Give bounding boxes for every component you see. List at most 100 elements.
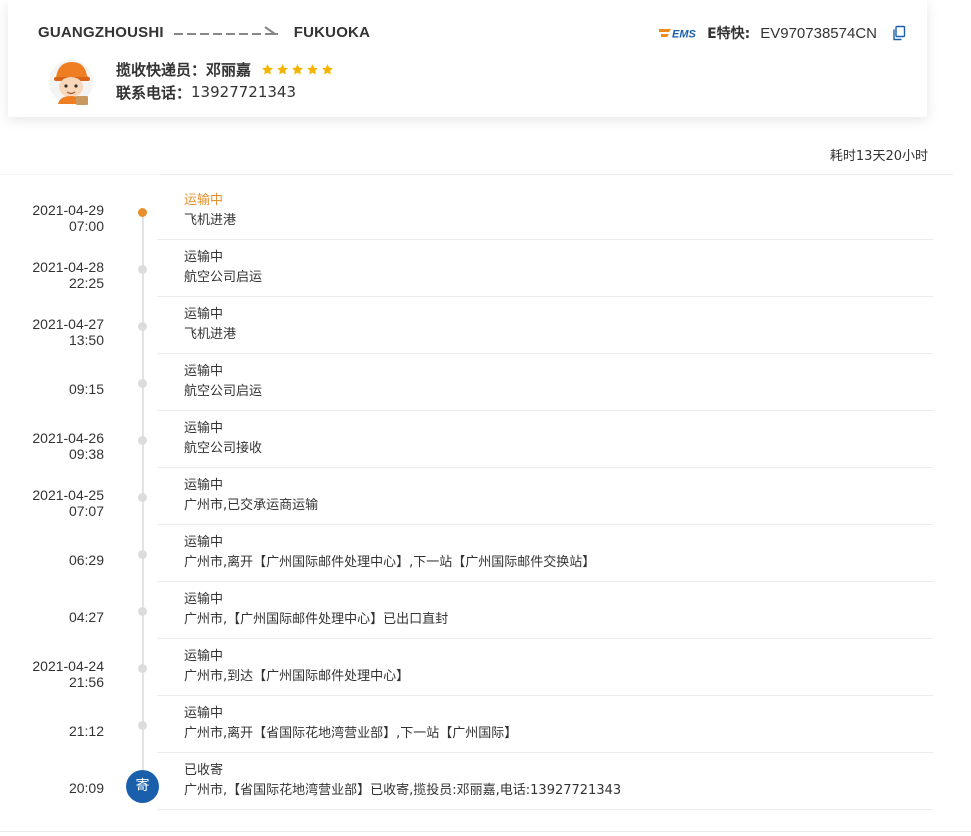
event-datetime: 2021-04-25 07:07: [32, 487, 104, 519]
tracking-timeline: 2021-04-29 07:00 运输中 飞机进港 2021-04-28 22:25 …: [0, 183, 971, 810]
route-destination: FUKUOKA: [293, 23, 371, 41]
event-status: 运输中: [184, 592, 224, 607]
timeline-event: 2021-04-24 21:56 运输中广州市,到达【广州国际邮件处理中心】: [0, 639, 971, 696]
courier-phone: 13927721343: [191, 83, 296, 101]
carrier-name: E特快:: [707, 26, 751, 42]
star-icon: [322, 63, 333, 74]
event-description: 广州市,已交承运商运输: [184, 498, 319, 513]
courier-rating: [261, 63, 334, 76]
route-arrow-icon: [173, 25, 284, 39]
event-datetime: 20:09: [69, 780, 104, 796]
divider: [157, 809, 933, 810]
courier-avatar: [48, 56, 94, 106]
timeline-event: 20:09 寄 已收寄广州市,【省国际花地湾营业部】已收寄,揽投员:邓丽嘉,电话…: [0, 753, 971, 810]
event-time: 22:25: [68, 275, 104, 291]
timeline-dot: [138, 322, 147, 331]
event-status: 运输中: [184, 250, 224, 265]
copy-icon[interactable]: [891, 25, 907, 41]
event-datetime: 21:12: [69, 723, 104, 739]
tracking-number: EV970738574CN: [760, 24, 877, 42]
event-date: 2021-04-27: [32, 316, 104, 332]
event-status: 运输中: [184, 421, 224, 436]
timeline-event: 2021-04-29 07:00 运输中飞机进港: [0, 183, 971, 240]
timeline-dot: [138, 664, 147, 673]
divider: [0, 174, 160, 175]
shipment-header-card: GUANGZHOUSHI FUKUOKA 揽收快递员： 邓丽嘉 联系电话： 13…: [8, 0, 927, 117]
phone-label: 联系电话：: [116, 83, 192, 102]
event-datetime: 06:29: [69, 552, 104, 568]
timeline-event: 06:29 运输中 广州市,离开【广州国际邮件处理中心】,下一站【广州国际邮件交换…: [0, 525, 971, 582]
event-status: 运输中: [184, 307, 224, 322]
svg-text:EMS: EMS: [672, 29, 697, 41]
event-date: 2021-04-28: [32, 259, 104, 275]
timeline-event: 04:27 运输中广州市,【广州国际邮件处理中心】已出口直封: [0, 582, 971, 639]
transit-duration: 耗时13天20小时: [829, 149, 928, 164]
event-date: 2021-04-26: [32, 430, 104, 446]
timeline-dot: [138, 607, 147, 616]
event-date: 2021-04-25: [32, 487, 104, 503]
event-description: 航空公司启运: [184, 384, 263, 399]
event-time: 13:50: [68, 332, 104, 348]
timeline-event: 09:15 运输中航空公司启运: [0, 354, 971, 411]
courier-phone-line: 联系电话： 13927721343: [116, 81, 296, 103]
divider: [160, 174, 953, 175]
event-datetime: 2021-04-26 09:38: [32, 430, 104, 462]
event-description: 广州市,离开【广州国际邮件处理中心】,下一站【广州国际邮件交换站】: [184, 555, 596, 570]
event-description: 广州市,离开【省国际花地湾营业部】,下一站【广州国际】: [184, 726, 518, 741]
timeline-event: 21:12 运输中广州市,离开【省国际花地湾营业部】,下一站【广州国际】: [0, 696, 971, 753]
timeline-event: 2021-04-26 09:38 运输中航空公司接收: [0, 411, 971, 468]
star-icon: [262, 63, 273, 74]
courier-line: 揽收快递员： 邓丽嘉: [116, 58, 334, 80]
event-description: 飞机进港: [184, 213, 237, 228]
collected-badge-icon: 寄: [126, 770, 159, 803]
event-time: 06:29: [68, 552, 104, 568]
timeline-dot: [138, 436, 147, 445]
star-icon: [277, 63, 288, 74]
timeline-dot: [138, 379, 147, 388]
event-time: 09:15: [68, 381, 104, 397]
event-status: 运输中: [184, 478, 224, 493]
event-time: 09:38: [68, 446, 104, 462]
timeline-event: 2021-04-25 07:07 运输中广州市,已交承运商运输: [0, 468, 971, 525]
event-time: 07:00: [68, 218, 104, 234]
event-datetime: 04:27: [69, 609, 104, 625]
event-description: 航空公司启运: [184, 270, 263, 285]
event-datetime: 2021-04-27 13:50: [32, 316, 104, 348]
timeline-event: 2021-04-27 13:50 运输中飞机进港: [0, 297, 971, 354]
timeline-dot: [138, 550, 147, 559]
divider: [0, 831, 971, 832]
event-description: 飞机进港: [184, 327, 237, 342]
event-datetime: 09:15: [69, 381, 104, 397]
star-icon: [307, 63, 318, 74]
ems-logo-icon: EMS: [659, 29, 697, 41]
timeline-dot: [138, 721, 147, 730]
tracking-info: EMS E特快: EV970738574CN: [659, 23, 907, 43]
event-status: 已收寄: [184, 763, 224, 778]
route: GUANGZHOUSHI FUKUOKA: [38, 22, 370, 42]
event-description: 航空公司接收: [184, 441, 263, 456]
event-status: 运输中: [184, 706, 224, 721]
event-time: 04:27: [68, 609, 104, 625]
timeline-dot-current: [138, 208, 147, 217]
event-datetime: 2021-04-28 22:25: [32, 259, 104, 291]
event-description: 广州市,到达【广州国际邮件处理中心】: [184, 669, 410, 684]
event-datetime: 2021-04-29 07:00: [32, 202, 104, 234]
event-time: 07:07: [68, 503, 104, 519]
event-date: 2021-04-24: [32, 658, 104, 674]
route-origin: GUANGZHOUSHI: [38, 23, 164, 41]
event-time: 20:09: [68, 780, 104, 796]
timeline-dot: [138, 493, 147, 502]
event-description: 广州市,【广州国际邮件处理中心】已出口直封: [184, 612, 449, 627]
star-icon: [292, 63, 303, 74]
event-datetime: 2021-04-24 21:56: [32, 658, 104, 690]
event-status: 运输中: [184, 649, 224, 664]
timeline-event: 2021-04-28 22:25 运输中航空公司启运: [0, 240, 971, 297]
courier-label: 揽收快递员：: [116, 60, 207, 79]
courier-name: 邓丽嘉: [206, 60, 252, 79]
event-date: 2021-04-29: [32, 202, 104, 218]
event-description: 广州市,【省国际花地湾营业部】已收寄,揽投员:邓丽嘉,电话:1392772134…: [184, 783, 622, 798]
event-status: 运输中: [184, 193, 224, 208]
event-status: 运输中: [184, 364, 224, 379]
event-time: 21:56: [68, 674, 104, 690]
event-time: 21:12: [68, 723, 104, 739]
